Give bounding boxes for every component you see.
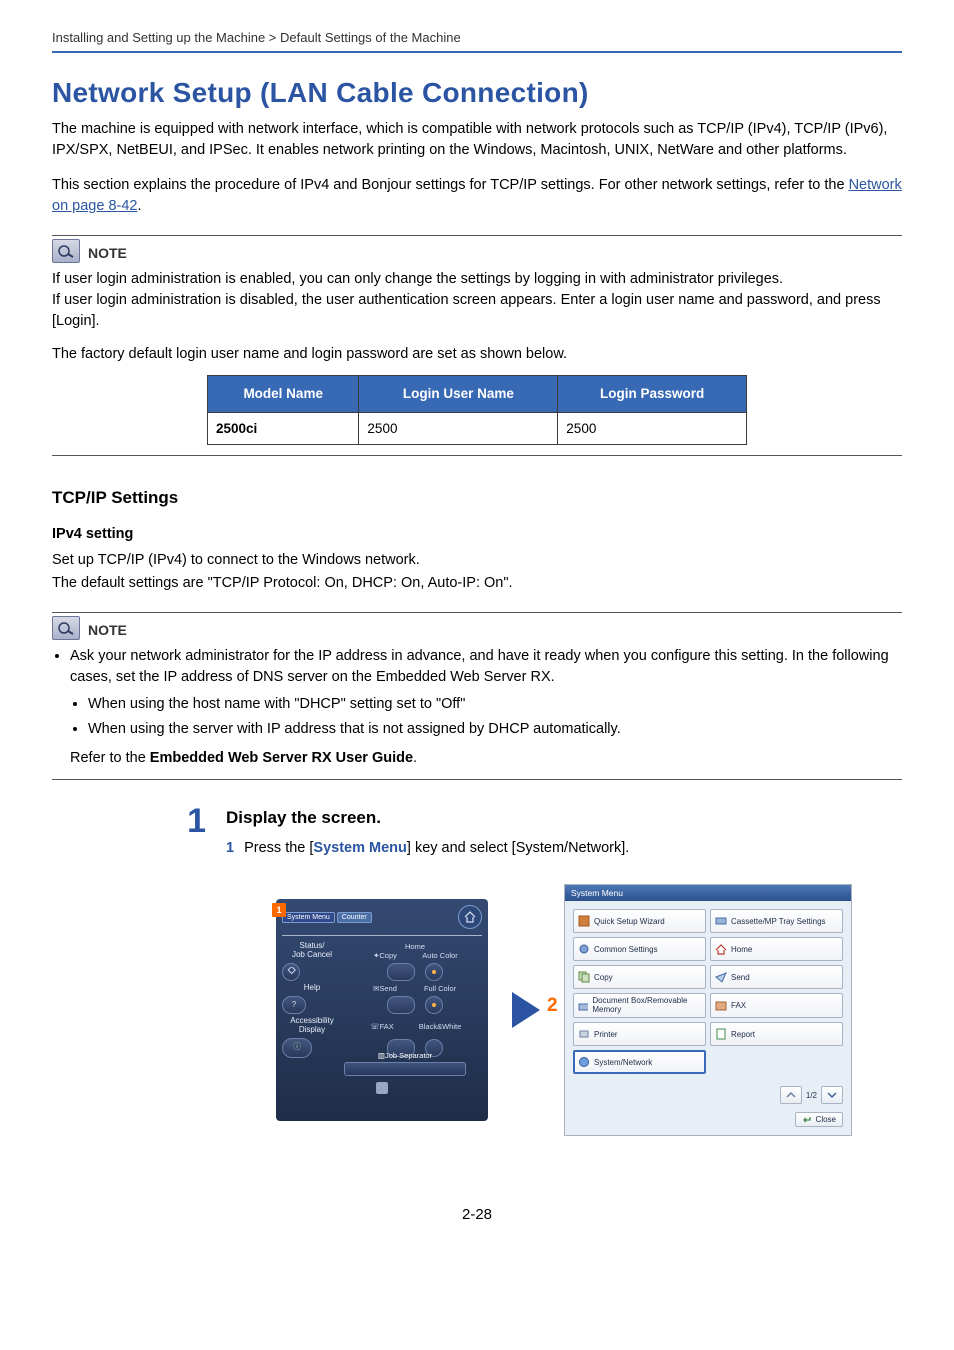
note-label: NOTE	[88, 245, 127, 261]
panel-button	[387, 963, 415, 981]
home-icon	[458, 905, 482, 929]
question-icon: ?	[282, 996, 306, 1014]
screenshot-titlebar: System Menu	[565, 885, 851, 901]
th-pass: Login Password	[558, 376, 747, 413]
note-box-2: NOTE Ask your network administrator for …	[52, 612, 902, 780]
td-user: 2500	[359, 412, 558, 445]
login-defaults-table: Model Name Login User Name Login Passwor…	[207, 375, 747, 445]
note1-line1: If user login administration is enabled,…	[52, 269, 902, 290]
report-icon	[715, 1028, 727, 1040]
ipv4-line2: The default settings are "TCP/IP Protoco…	[52, 573, 902, 594]
callout-2: 2	[547, 995, 558, 1017]
fax-icon	[715, 1000, 727, 1012]
note-close-rule	[52, 455, 902, 456]
network-icon	[578, 1056, 590, 1068]
callout-1: 1	[272, 903, 286, 917]
menu-fax[interactable]: FAX	[710, 993, 843, 1018]
page-title: Network Setup (LAN Cable Connection)	[52, 77, 902, 109]
menu-home[interactable]: Home	[710, 937, 843, 961]
system-menu-key: System Menu	[313, 840, 406, 856]
menu-printer[interactable]: Printer	[573, 1022, 706, 1046]
page-number: 2-28	[52, 1206, 902, 1223]
note-icon	[52, 616, 80, 640]
intro-2a: This section explains the procedure of I…	[52, 177, 849, 193]
paper-icon: ▥	[378, 1051, 385, 1060]
step-number: 1	[180, 804, 206, 838]
box-icon	[578, 1000, 588, 1012]
panel-led	[425, 963, 443, 981]
substep-1: 1 Press the [System Menu] key and select…	[226, 840, 629, 856]
job-separator-indicator: ▥Job Separator	[344, 1062, 466, 1076]
td-model: 2500ci	[208, 412, 359, 445]
close-button[interactable]: Close	[795, 1112, 843, 1127]
note1-line3: The factory default login user name and …	[52, 344, 902, 365]
menu-cassette-mp[interactable]: Cassette/MP Tray Settings	[710, 909, 843, 933]
accent-rule	[52, 51, 902, 53]
menu-copy[interactable]: Copy	[573, 965, 706, 989]
enter-icon	[802, 1116, 812, 1124]
ipv4-setting-heading: IPv4 setting	[52, 526, 902, 542]
intro-paragraph-2: This section explains the procedure of I…	[52, 175, 902, 217]
panel-tab-counter: Counter	[337, 912, 372, 923]
note2-sub2: When using the server with IP address th…	[88, 719, 902, 740]
wizard-icon	[578, 915, 590, 927]
note2-bullet1: Ask your network administrator for the I…	[70, 646, 902, 688]
th-user: Login User Name	[359, 376, 558, 413]
breadcrumb: Installing and Setting up the Machine > …	[52, 30, 902, 51]
step-1: 1 Display the screen. 1 Press the [Syste…	[180, 804, 902, 862]
step-title: Display the screen.	[226, 808, 629, 828]
menu-docbox[interactable]: Document Box/Removable Memory	[573, 993, 706, 1018]
tray-icon	[715, 915, 727, 927]
page-up-button[interactable]	[780, 1086, 802, 1104]
note2-refer: Refer to the Embedded Web Server RX User…	[70, 748, 902, 769]
control-panel-figure: 1 System Menu Counter Status/ Job Cancel…	[276, 899, 488, 1121]
page-down-button[interactable]	[821, 1086, 843, 1104]
fax-icon: ☏	[370, 1022, 379, 1031]
th-model: Model Name	[208, 376, 359, 413]
note-box-1: NOTE If user login administration is ena…	[52, 235, 902, 456]
note1-line2: If user login administration is disabled…	[52, 290, 902, 332]
send-icon	[715, 971, 727, 983]
arrow-right-icon	[512, 992, 540, 1028]
info-icon: ⓘ	[282, 1038, 312, 1058]
menu-quick-setup[interactable]: Quick Setup Wizard	[573, 909, 706, 933]
page-indicator: 1/2	[806, 1091, 817, 1100]
ipv4-line1: Set up TCP/IP (IPv4) to connect to the W…	[52, 550, 902, 571]
panel-led	[425, 996, 443, 1014]
menu-system-network[interactable]: System/Network	[573, 1050, 706, 1074]
intro-2b: .	[137, 198, 141, 214]
td-pass: 2500	[558, 412, 747, 445]
panel-tray	[376, 1082, 388, 1094]
panel-button	[387, 996, 415, 1014]
panel-status-label: Status/ Job Cancel	[282, 942, 342, 960]
gear-icon	[578, 943, 590, 955]
substep-number: 1	[226, 840, 234, 856]
panel-home-label: Home	[348, 942, 482, 951]
note-close-rule	[52, 779, 902, 780]
home-icon	[715, 943, 727, 955]
panel-accessibility-label: Accessibility Display	[282, 1017, 342, 1035]
tcpip-settings-heading: TCP/IP Settings	[52, 488, 902, 508]
note-label: NOTE	[88, 622, 127, 638]
menu-send[interactable]: Send	[710, 965, 843, 989]
printer-icon	[578, 1028, 590, 1040]
intro-paragraph-1: The machine is equipped with network int…	[52, 119, 902, 161]
figure-row: 1 System Menu Counter Status/ Job Cancel…	[276, 884, 902, 1136]
diamond-icon	[282, 963, 300, 981]
table-header-row: Model Name Login User Name Login Passwor…	[208, 376, 747, 413]
note-icon	[52, 239, 80, 263]
note2-sub1: When using the host name with "DHCP" set…	[88, 694, 902, 715]
panel-help-label: Help	[282, 984, 342, 993]
copy-icon	[578, 971, 590, 983]
menu-common-settings[interactable]: Common Settings	[573, 937, 706, 961]
table-row: 2500ci 2500 2500	[208, 412, 747, 445]
menu-report[interactable]: Report	[710, 1022, 843, 1046]
system-menu-screenshot: 2 System Menu Quick Setup Wizard Cassett…	[564, 884, 852, 1136]
panel-tab-system-menu: System Menu	[282, 912, 335, 923]
